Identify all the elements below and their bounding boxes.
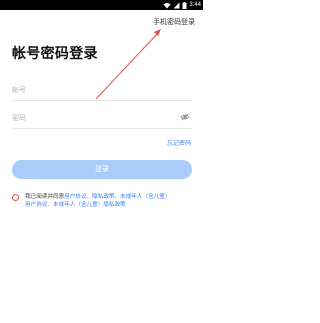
red-arrow-icon [95,29,161,100]
